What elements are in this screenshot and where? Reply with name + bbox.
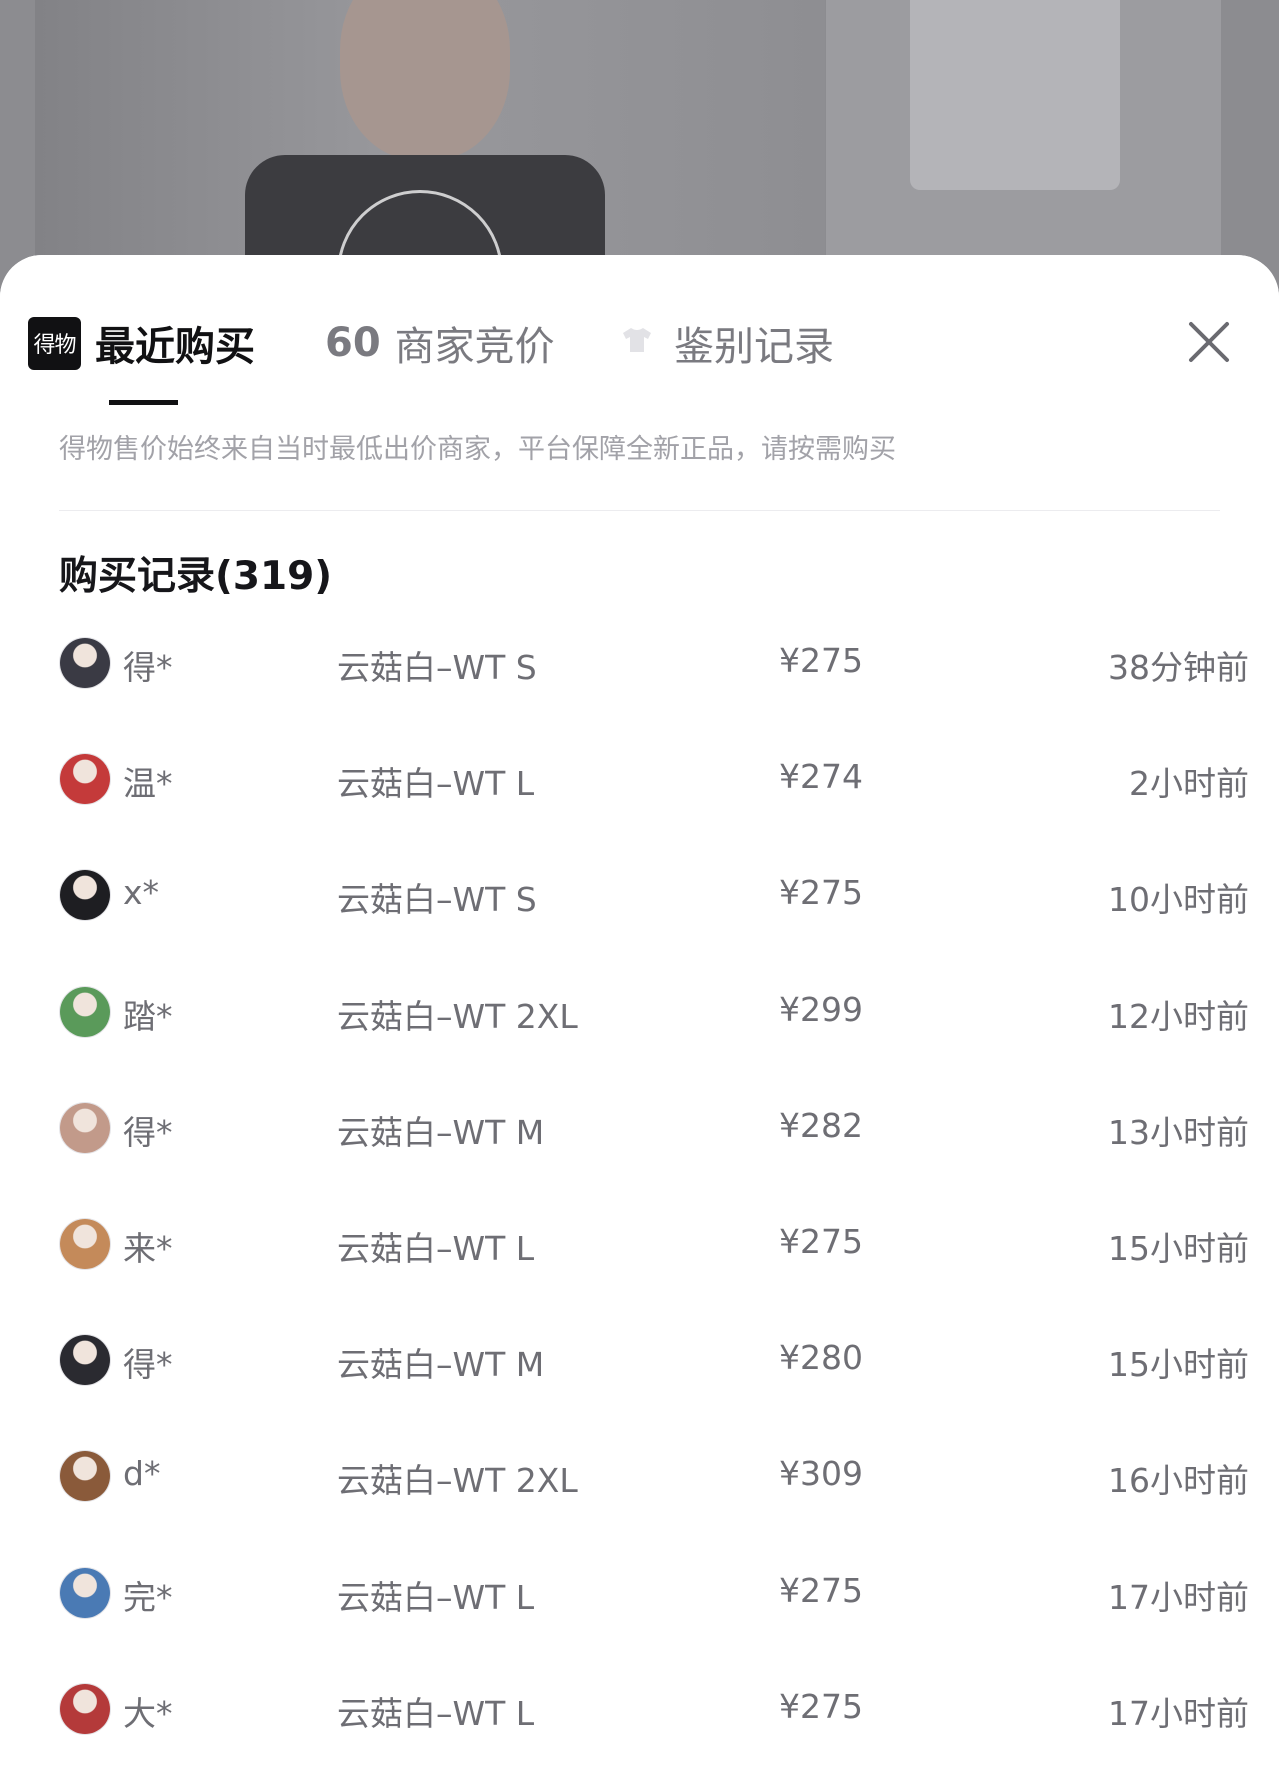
list-item: 来* 云菇白–WT L ¥275 15小时前 [59,1186,1249,1302]
product-spec: 云菇白–WT L [337,1577,535,1617]
purchase-time: 17小时前 [1108,1577,1249,1617]
purchase-time: 2小时前 [1129,764,1249,804]
tab-authentication-records[interactable]: 鉴别记录 [622,313,834,373]
avatar [59,1217,111,1270]
product-spec: 云菇白–WT L [337,1228,535,1268]
product-spec: 云菇白–WT L [337,764,535,804]
avatar [59,1334,111,1387]
list-item: 得* 云菇白–WT M ¥280 15小时前 [59,1302,1249,1418]
avatar [59,1101,111,1154]
product-spec: 云菇白–WT L [337,1693,535,1733]
tab-recent-purchases-label: 最近购买 [95,324,255,370]
list-item: d* 云菇白–WT 2XL ¥309 16小时前 [59,1418,1249,1534]
list-item: 得* 云菇白–WT S ¥275 38分钟前 [59,605,1249,721]
buyer-name: d* [123,1454,161,1494]
avatar-fill [60,1102,110,1153]
avatar-fill [60,1218,110,1269]
avatar [59,1682,111,1735]
dewu-logo-icon: 得物 [28,316,81,370]
tab-merchant-bids-count: 60 [325,320,381,366]
buyer-name: x* [123,873,160,913]
list-item: 踏* 云菇白–WT 2XL ¥299 12小时前 [59,954,1249,1070]
product-spec: 云菇白–WT M [337,1112,545,1152]
buyer-name: 大* [123,1693,173,1733]
buyer-name: 温* [123,764,173,804]
buyer-name: 来* [123,1228,173,1268]
purchase-time: 17小时前 [1108,1693,1249,1733]
tab-authentication-records-label: 鉴别记录 [674,324,834,370]
close-icon[interactable] [1186,319,1232,365]
avatar-fill [60,870,110,921]
tab-bar: 得物 最近购买 60 商家竞价 鉴别记录 [0,255,1279,405]
tab-merchant-bids-label: 商家竞价 [394,324,555,370]
recent-purchases-sheet: 得物 最近购买 60 商家竞价 鉴别记录 得物售价始终来自当时最低出价商家，平台… [0,255,1279,1777]
avatar-fill [60,1567,110,1618]
avatar-fill [60,1683,110,1734]
price-notice: 得物售价始终来自当时最低出价商家，平台保障全新正品，请按需购买 [59,434,896,465]
purchase-price: ¥275 [779,641,863,680]
avatar [59,1450,111,1503]
avatar-fill [60,1451,110,1502]
purchase-price: ¥274 [779,757,863,797]
purchase-records-list: 得* 云菇白–WT S ¥275 38分钟前 温* 云菇白–WT L ¥274 … [59,605,1249,1767]
buyer-name: 得* [123,1112,173,1152]
list-item: 完* 云菇白–WT L ¥275 17小时前 [59,1535,1249,1651]
buyer-name: 踏* [123,996,173,1036]
product-spec: 云菇白–WT M [337,1345,545,1385]
purchase-time: 12小时前 [1108,996,1249,1036]
purchase-time: 10小时前 [1108,880,1249,920]
purchase-time: 13小时前 [1108,1112,1249,1152]
avatar [59,869,111,922]
buyer-name: 得* [123,1345,173,1385]
divider [59,510,1220,511]
list-item: 大* 云菇白–WT L ¥275 17小时前 [59,1651,1249,1767]
purchase-price: ¥275 [779,1686,863,1726]
purchase-price: ¥309 [779,1454,863,1494]
purchase-records-card: 得物售价始终来自当时最低出价商家，平台保障全新正品，请按需购买 购买记录(319… [29,405,1250,1777]
purchase-records-title: 购买记录(319) [59,554,333,599]
avatar [59,985,111,1038]
product-spec: 云菇白–WT 2XL [337,996,578,1036]
product-spec: 云菇白–WT S [337,880,537,920]
model-face [340,0,510,160]
purchase-time: 15小时前 [1108,1345,1249,1385]
avatar-fill [60,754,110,805]
product-spec: 云菇白–WT 2XL [337,1461,578,1501]
purchase-time: 16小时前 [1108,1461,1249,1501]
tshirt-icon [622,326,652,361]
avatar-fill [60,638,110,688]
tab-merchant-bids[interactable]: 60 商家竞价 [325,313,555,373]
purchase-price: ¥275 [779,1221,863,1261]
purchase-price: ¥299 [779,989,863,1029]
avatar-fill [60,986,110,1037]
purchase-time: 15小时前 [1108,1228,1249,1268]
product-spec: 云菇白–WT S [337,648,537,687]
list-item: x* 云菇白–WT S ¥275 10小时前 [59,837,1249,953]
purchase-price: ¥275 [779,873,863,913]
purchase-time: 38分钟前 [1108,648,1249,687]
thumbnail-shirt [910,0,1120,190]
avatar [59,1566,111,1619]
purchase-price: ¥275 [779,1570,863,1610]
avatar [59,753,111,806]
list-item: 得* 云菇白–WT M ¥282 13小时前 [59,1070,1249,1186]
purchase-price: ¥280 [779,1338,863,1378]
buyer-name: 得* [123,648,173,687]
list-item: 温* 云菇白–WT L ¥274 2小时前 [59,721,1249,837]
tab-recent-purchases[interactable]: 得物 最近购买 [28,313,255,373]
purchase-price: ¥282 [779,1105,863,1145]
avatar-fill [60,1335,110,1386]
avatar [59,637,111,689]
buyer-name: 完* [123,1577,173,1617]
